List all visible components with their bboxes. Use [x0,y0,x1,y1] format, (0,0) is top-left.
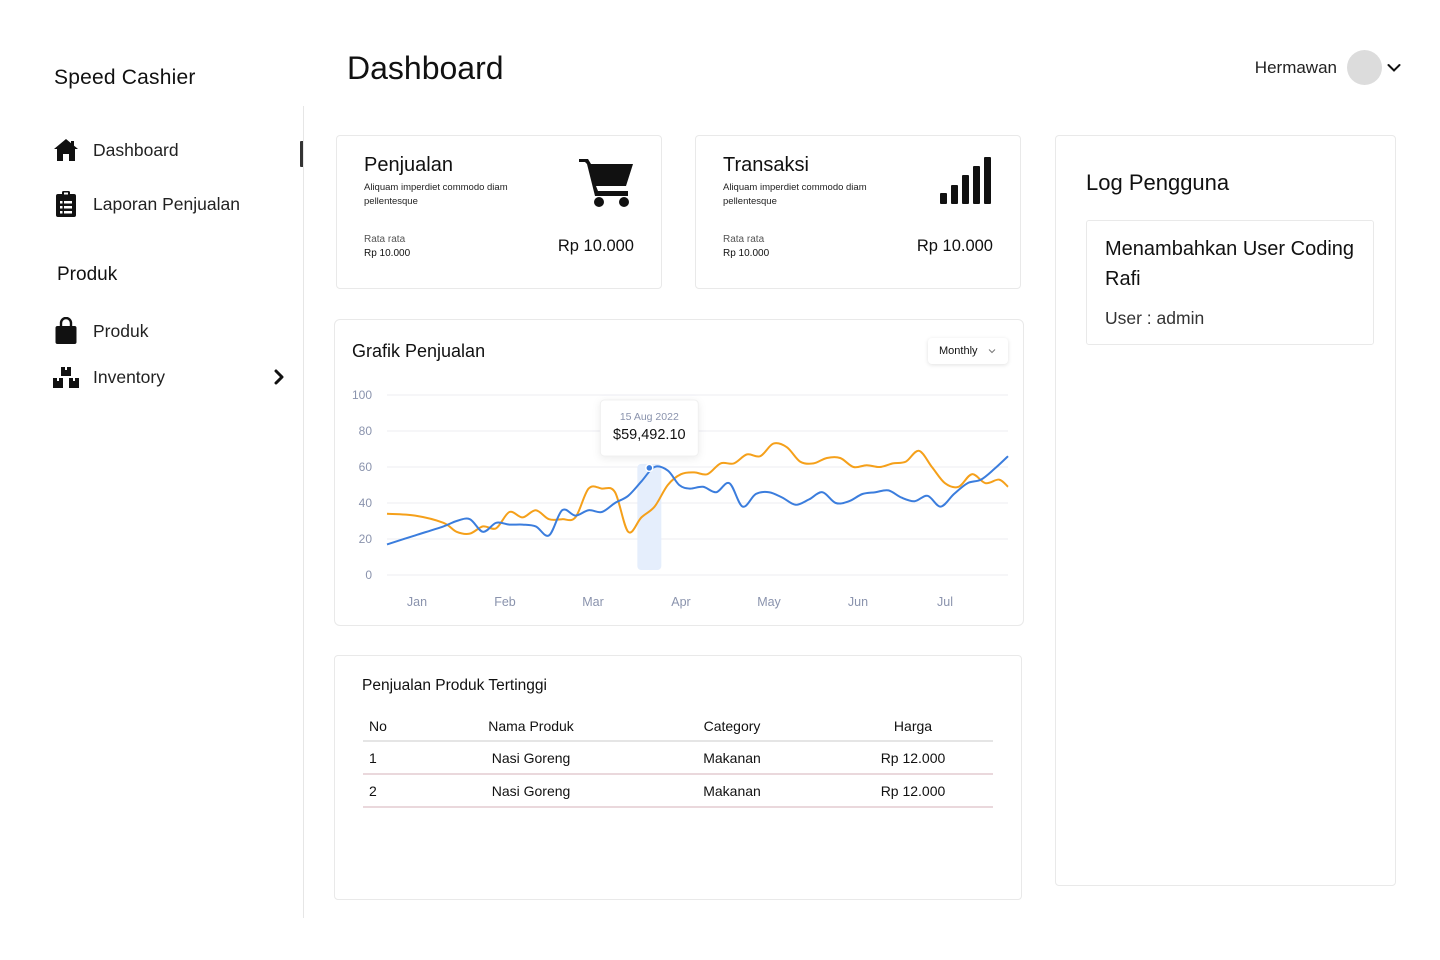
x-tick-label: Mar [582,595,604,609]
table-cell: Nasi Goreng [491,749,571,766]
avatar[interactable] [1347,50,1382,85]
table-header-row: No Nama Produk Category Harga [363,712,993,742]
shopping-bag-icon [52,317,80,345]
table-cell: Rp 12.000 [880,749,946,766]
page-title: Dashboard [347,50,504,86]
log-entry[interactable]: Menambahkan User Coding Rafi User : admi… [1086,220,1374,345]
period-dropdown[interactable]: Monthly [928,338,1008,364]
cart-icon [579,156,635,213]
table-cell: 1 [369,749,377,766]
sidebar-divider [303,106,304,918]
column-header: Category [703,718,761,734]
sidebar-section-title: Produk [57,264,118,285]
x-tick-label: Jul [937,595,953,609]
stat-value: Rp 10.000 [557,237,634,255]
stat-avg-value: Rp 10.000 [364,248,411,259]
sales-chart-card: 0 20 40 60 80 100 Jan Feb Mar Apr May Jun Jul 15 Aug … [334,319,1024,626]
boxes-icon [52,363,80,391]
x-tick-label: Jan [407,595,427,609]
sidebar-item-produk[interactable]: Produk [52,317,148,345]
sales-line-chart: 0 20 40 60 80 100 Jan Feb Mar Apr May Jun Jul 15 Aug … [352,388,1009,609]
y-tick-label: 0 [365,568,372,582]
stat-avg-label: Rata rata [364,234,406,245]
user-name: Hermawan [1254,57,1337,77]
signal-bars-icon [940,157,994,210]
column-header: Nama Produk [488,718,574,734]
sidebar-item-label: Produk [93,320,149,341]
sidebar-item-dashboard[interactable]: Dashboard [52,136,179,164]
stat-card-penjualan: Penjualan Aliquam imperdiet commodo diam… [336,135,662,289]
stat-title: Penjualan [364,154,453,176]
x-tick-label: May [757,595,781,609]
table-cell: Makanan [703,782,761,799]
period-dropdown-value: Monthly [939,345,978,357]
log-title: Log Pengguna [1086,170,1230,195]
sidebar-item-label: Dashboard [93,139,179,160]
sidebar-item-label: Laporan Penjualan [93,193,240,214]
x-tick-label: Apr [671,595,690,609]
table-cell: Makanan [703,749,761,766]
stat-card-transaksi: Transaksi Aliquam imperdiet commodo diam… [695,135,1021,289]
chevron-right-icon[interactable] [270,367,288,387]
log-entry-message: Menambahkan User Coding Rafi [1105,238,1355,290]
series-line-blue [386,455,1009,546]
home-icon [52,136,80,164]
top-products-card: Penjualan Produk Tertinggi No Nama Produ… [334,655,1022,900]
y-tick-label: 20 [359,532,373,546]
column-header: No [369,718,387,734]
table-row[interactable]: 1 Nasi Goreng Makanan Rp 12.000 [363,742,993,775]
top-products-table: No Nama Produk Category Harga 1 Nasi Gor… [363,712,993,808]
table-cell: 2 [369,782,377,799]
table-cell: Nasi Goreng [491,782,571,799]
chevron-down-icon[interactable] [1386,60,1402,76]
tooltip-value: $59,492.10 [613,427,686,443]
y-tick-label: 80 [359,424,373,438]
tooltip-date: 15 Aug 2022 [620,411,679,423]
chevron-down-icon [987,346,997,356]
sidebar-item-label: Inventory [93,366,165,387]
table-row[interactable]: 2 Nasi Goreng Makanan Rp 12.000 [363,775,993,808]
user-menu[interactable]: Hermawan [1255,50,1402,85]
x-tick-label: Jun [848,595,868,609]
stat-description: Aliquam imperdiet commodo diam pellentes… [364,182,508,207]
chart-title: Grafik Penjualan [352,341,486,361]
y-tick-label: 40 [359,496,373,510]
stat-value: Rp 10.000 [916,237,993,255]
stat-title: Transaksi [723,154,809,176]
log-entry-user: User : admin [1105,308,1205,328]
column-header: Harga [893,718,933,734]
tooltip-point [645,463,654,473]
stat-avg-value: Rp 10.000 [723,248,770,259]
y-tick-label: 100 [352,388,372,402]
sidebar-item-laporan-penjualan[interactable]: Laporan Penjualan [52,190,240,218]
x-tick-label: Feb [494,595,516,609]
app-brand: Speed Cashier [54,66,196,89]
stat-description: Aliquam imperdiet commodo diam pellentes… [723,182,867,207]
series-line-orange [386,442,1009,535]
table-title: Penjualan Produk Tertinggi [362,677,547,694]
sidebar-item-inventory[interactable]: Inventory [52,363,165,391]
clipboard-list-icon [52,190,80,218]
y-tick-label: 60 [359,460,373,474]
stat-avg-label: Rata rata [723,234,765,245]
user-log-panel: Log Pengguna Menambahkan User Coding Raf… [1055,135,1396,886]
table-cell: Rp 12.000 [880,782,946,799]
